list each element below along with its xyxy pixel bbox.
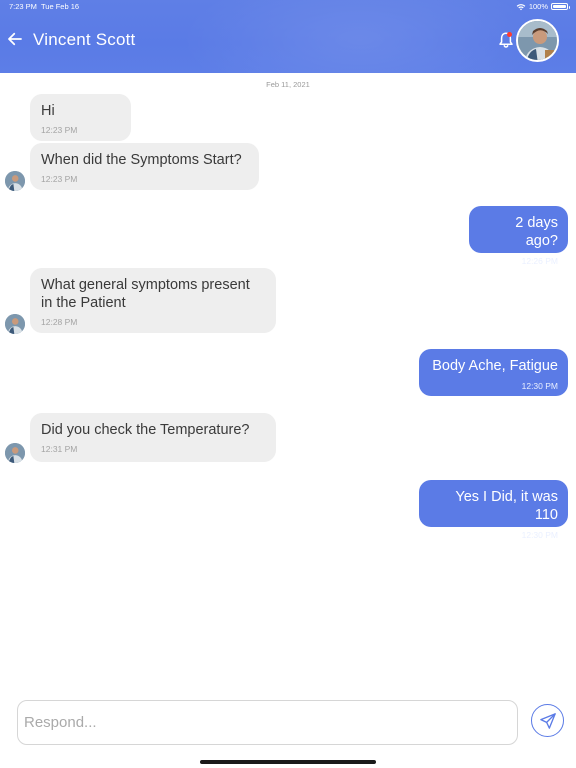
respond-input[interactable] [18, 701, 517, 744]
status-bar: 7:23 PM Tue Feb 16 100% [0, 0, 576, 14]
message-incoming[interactable]: Did you check the Temperature? 12:31 PM [30, 413, 276, 462]
contact-name[interactable]: Vincent Scott [33, 30, 135, 50]
date-separator: Feb 11, 2021 [266, 80, 310, 89]
sender-avatar [5, 171, 25, 191]
status-indicators: 100% [516, 0, 570, 13]
message-outgoing[interactable]: Yes I Did, it was 110 12:30 PM [419, 480, 568, 540]
message-text: What general symptoms present in the Pat… [41, 277, 250, 311]
message-outgoing[interactable]: Body Ache, Fatigue 12:30 PM [419, 349, 568, 396]
home-indicator[interactable] [200, 760, 376, 764]
battery-icon [551, 3, 570, 10]
chat-screen: 7:23 PM Tue Feb 16 100% Vincent Scott Fe… [0, 0, 576, 768]
arrow-left-icon[interactable] [6, 30, 24, 48]
message-text: Hi [41, 103, 55, 119]
send-icon [539, 712, 556, 729]
send-button[interactable] [531, 704, 564, 737]
message-time: 12:31 PM [41, 444, 78, 454]
message-incoming[interactable]: What general symptoms present in the Pat… [30, 268, 276, 333]
message-time: 12:30 PM [521, 530, 558, 540]
message-time: 12:28 PM [41, 317, 78, 327]
sender-avatar [5, 443, 25, 463]
notification-badge [507, 32, 512, 37]
status-time: 7:23 PM [9, 2, 37, 11]
composer [17, 700, 518, 745]
message-time: 12:23 PM [41, 125, 78, 135]
message-incoming[interactable]: When did the Symptoms Start? 12:23 PM [30, 143, 259, 190]
message-time: 12:30 PM [521, 381, 558, 391]
message-text: Did you check the Temperature? [41, 422, 250, 438]
message-outgoing[interactable]: 2 days ago? 12:26 PM [469, 206, 568, 266]
message-text: When did the Symptoms Start? [41, 152, 242, 168]
contact-avatar[interactable] [516, 19, 559, 62]
status-date: Tue Feb 16 [41, 2, 80, 11]
message-incoming[interactable]: Hi 12:23 PM [30, 94, 131, 141]
sender-avatar [5, 314, 25, 334]
chat-header: 7:23 PM Tue Feb 16 100% Vincent Scott [0, 0, 576, 73]
message-text: Body Ache, Fatigue [432, 358, 558, 374]
notifications-button[interactable] [498, 31, 514, 49]
message-time: 12:26 PM [521, 256, 558, 266]
message-time: 12:23 PM [41, 174, 78, 184]
message-text: Yes I Did, it was 110 [455, 489, 558, 523]
message-text: 2 days ago? [515, 215, 558, 249]
wifi-icon [516, 3, 526, 10]
battery-percent: 100% [528, 2, 548, 11]
